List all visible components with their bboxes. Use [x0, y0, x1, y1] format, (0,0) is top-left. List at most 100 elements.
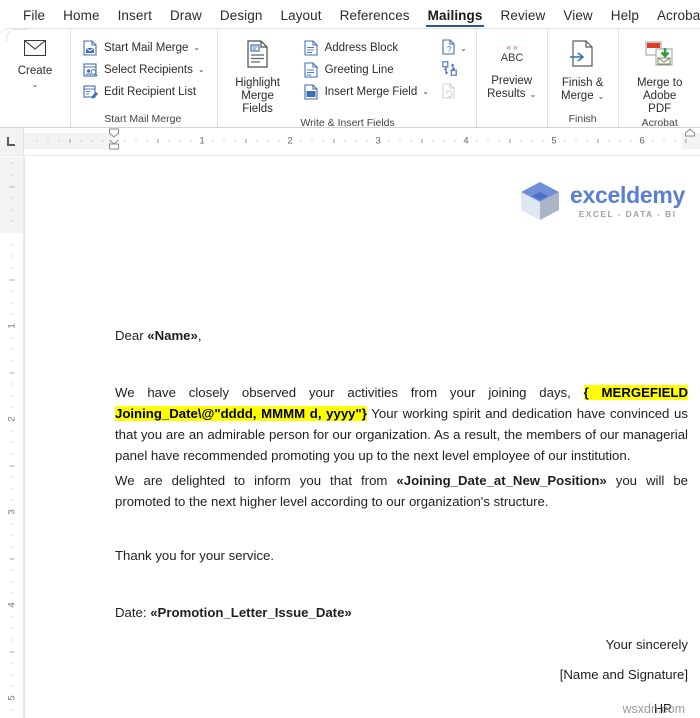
- highlight-merge-fields-icon: [245, 40, 271, 72]
- greeting-suffix: ,: [197, 328, 202, 343]
- greeting-prefix: Dear: [115, 328, 148, 343]
- vruler-mark: [9, 465, 14, 466]
- create-button[interactable]: Create ⌄: [6, 34, 64, 89]
- ruler-mark: [179, 140, 181, 142]
- vruler-number-5: 5: [6, 695, 17, 701]
- select-recipients-label: Select Recipients: [104, 64, 193, 76]
- ribbon-tab-insert[interactable]: Insert: [109, 8, 161, 28]
- vertical-ruler[interactable]: 1 2 3 4 5: [0, 157, 24, 718]
- ruler-mark: [498, 140, 500, 142]
- chevron-down-icon[interactable]: ⌄: [193, 44, 200, 52]
- ruler-number-5: 5: [551, 135, 557, 147]
- ribbon: Create ⌄ Start Mail Merge ⌄ Select Recip…: [0, 28, 700, 129]
- preview-results-button[interactable]: « » ABC Preview Results ⌄: [481, 34, 543, 101]
- thank-you-line: Thank you for your service.: [115, 548, 275, 563]
- ruler-mark: [487, 140, 489, 142]
- finish-and-merge-button[interactable]: Finish & Merge ⌄: [552, 34, 614, 103]
- mergefield-code-part2: \@"dddd, MMMM d, yyyy"}: [197, 406, 367, 421]
- ruler-mark: [542, 140, 544, 142]
- match-fields-icon: [442, 60, 458, 82]
- chevron-down-icon[interactable]: ⌄: [198, 66, 205, 74]
- vruler-mark: [11, 406, 12, 408]
- ruler-mark: [410, 140, 412, 142]
- workspace: 12345 exceldemy EXCEL - DATA - BI Dear «…: [0, 157, 700, 718]
- ribbon-tab-mailings[interactable]: Mailings: [419, 8, 492, 28]
- ribbon-tab-layout[interactable]: Layout: [271, 8, 330, 28]
- chevron-down-icon[interactable]: ⌄: [422, 88, 429, 96]
- vruler-mark: [9, 651, 14, 652]
- chevron-down-icon[interactable]: ⌄: [529, 90, 536, 99]
- ribbon-group-start-mail-merge: Start Mail Merge ⌄ Select Recipients ⌄ E…: [70, 29, 217, 127]
- ribbon-tab-design[interactable]: Design: [211, 8, 272, 28]
- ruler-mark: [432, 140, 434, 142]
- ribbon-group-finish: Finish & Merge ⌄ Finish: [546, 29, 618, 127]
- ribbon-tab-view[interactable]: View: [554, 8, 601, 28]
- ruler-mark: [564, 140, 566, 142]
- highlight-merge-fields-button[interactable]: Highlight Merge Fields: [222, 34, 294, 116]
- merge-to-adobe-pdf-label-line1: Merge to: [636, 77, 683, 89]
- update-labels-button: [439, 82, 470, 104]
- ribbon-tab-file[interactable]: File: [14, 8, 54, 28]
- address-block-icon: [302, 40, 320, 56]
- greeting-line-icon: [302, 62, 320, 78]
- ruler-mark: [245, 139, 247, 143]
- ruler-mark: [509, 139, 511, 143]
- greeting-line: Dear «Name»,: [115, 325, 202, 346]
- chevron-down-icon[interactable]: ⌄: [460, 45, 467, 53]
- ruler-mark: [476, 140, 478, 142]
- ruler-mark: [234, 140, 236, 142]
- rules-button[interactable]: ? ⌄: [439, 38, 470, 60]
- tab-stop-selector[interactable]: [0, 128, 24, 155]
- insert-merge-field-button[interactable]: Insert Merge Field ⌄: [298, 81, 433, 103]
- preview-results-label-line2: Results: [487, 88, 526, 100]
- vruler-number-3: 3: [6, 509, 17, 515]
- select-recipients-icon: [81, 62, 99, 78]
- ruler-mark: [663, 140, 665, 142]
- vruler-number-1: 1: [6, 323, 17, 329]
- horizontal-ruler[interactable]: 1 2 3 4 5 6: [24, 128, 700, 150]
- ruler-mark: [278, 140, 280, 142]
- ruler-mark: [520, 140, 522, 142]
- ribbon-tab-references[interactable]: References: [331, 8, 419, 28]
- finish-and-merge-label-line2: Merge: [561, 90, 594, 102]
- vruler-mark: [11, 430, 12, 432]
- ruler-mark: [267, 140, 269, 142]
- select-recipients-button[interactable]: Select Recipients ⌄: [77, 59, 209, 81]
- ruler-mark: [674, 140, 676, 142]
- address-block-button[interactable]: Address Block: [298, 37, 433, 59]
- ruler-row: 1 2 3 4 5 6: [0, 128, 700, 156]
- chevron-down-icon[interactable]: ⌄: [32, 81, 39, 89]
- match-fields-button[interactable]: [439, 60, 470, 82]
- vruler-mark: [11, 383, 12, 385]
- ruler-mark: [157, 139, 159, 143]
- ribbon-tab-review[interactable]: Review: [491, 8, 554, 28]
- ruler-mark: [135, 140, 137, 142]
- ribbon-tab-help[interactable]: Help: [602, 8, 648, 28]
- merge-to-adobe-pdf-button[interactable]: Merge to Adobe PDF: [623, 34, 697, 116]
- ribbon-tab-acrobat[interactable]: Acrobat: [648, 8, 700, 28]
- vruler-mark: [11, 674, 12, 676]
- edit-recipient-list-button[interactable]: Edit Recipient List: [77, 81, 209, 103]
- ruler-number-4: 4: [463, 135, 469, 147]
- ruler-mark: [58, 140, 60, 142]
- start-mail-merge-button[interactable]: Start Mail Merge ⌄: [77, 37, 209, 59]
- ruler-mark: [91, 140, 93, 142]
- vruler-mark: [11, 476, 12, 478]
- para1-text-before: We have closely observed your activities…: [115, 385, 584, 400]
- ribbon-tab-bar: File Home Insert Draw Design Layout References…: [0, 0, 700, 28]
- vruler-mark: [11, 662, 12, 664]
- ruler-mark: [311, 140, 313, 142]
- ruler-mark: [399, 140, 401, 142]
- chevron-down-icon[interactable]: ⌄: [598, 92, 605, 101]
- update-labels-icon: [442, 82, 456, 104]
- ribbon-tab-home[interactable]: Home: [54, 8, 108, 28]
- logo-name: exceldemy: [570, 181, 685, 208]
- vruler-mark: [11, 523, 12, 525]
- ribbon-tab-draw[interactable]: Draw: [161, 8, 211, 28]
- vruler-mark: [11, 453, 12, 455]
- finish-and-merge-label-line1: Finish &: [561, 77, 604, 89]
- vruler-mark: [11, 592, 12, 594]
- ruler-number-3: 3: [375, 135, 381, 147]
- vruler-mark: [11, 162, 12, 164]
- greeting-line-button[interactable]: Greeting Line: [298, 59, 433, 81]
